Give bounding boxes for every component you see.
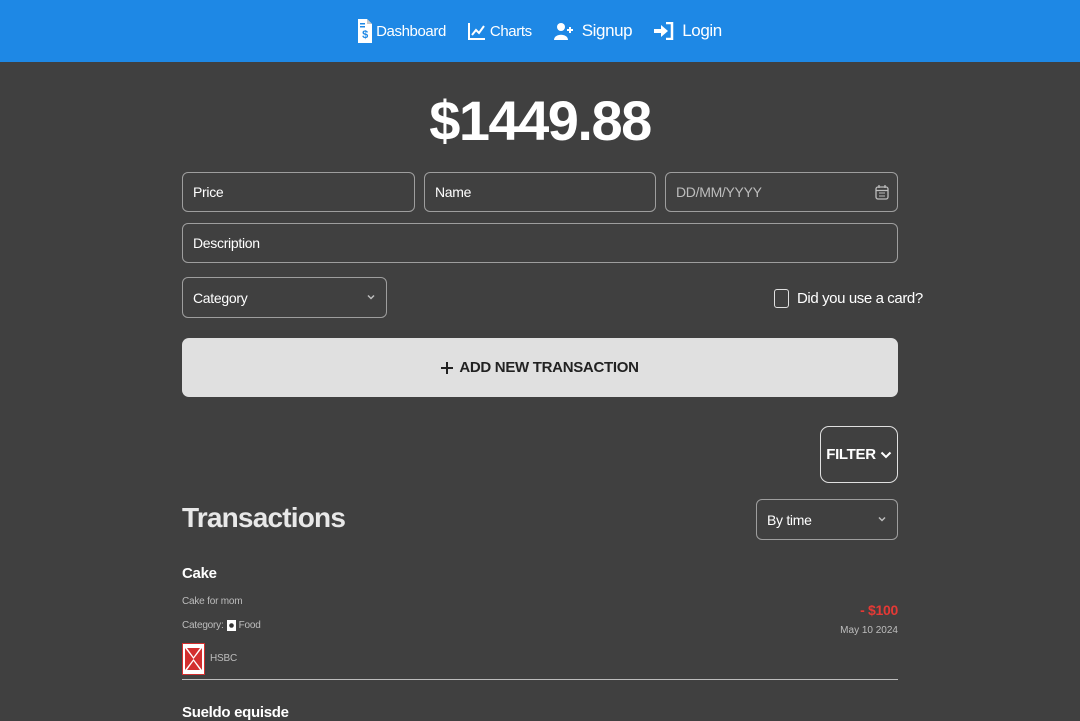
nav-signup-label: Signup [581,21,633,40]
date-input[interactable] [665,172,898,212]
add-transaction-label: ADD NEW TRANSACTION [459,359,639,376]
nav-login-label: Login [682,21,722,40]
add-transaction-button[interactable]: ADD NEW TRANSACTION [182,338,898,397]
line-chart-icon [467,23,485,40]
transaction-description: Cake for mom [182,596,243,607]
category-select[interactable]: Category [182,277,387,318]
food-icon [226,620,236,631]
transactions-heading: Transactions [182,502,346,533]
chevron-down-icon [880,451,892,458]
plus-icon [441,361,454,374]
nav-login[interactable]: Login [654,21,722,41]
sign-in-icon [654,22,674,40]
nav-charts-label: Charts [489,22,532,40]
chevron-down-icon [878,516,886,522]
hsbc-logo [182,643,205,675]
card-used-checkbox[interactable]: Did you use a card? [774,289,923,308]
sort-select[interactable]: By time [756,499,898,540]
description-input[interactable] [182,223,898,263]
calendar-icon[interactable] [875,184,889,200]
nav-signup[interactable]: Signup [553,21,633,41]
category-prefix: Category: [182,620,224,631]
category-name: Food [238,620,261,631]
transaction-category: Category: Food [182,620,261,631]
nav-charts[interactable]: Charts [467,22,532,40]
transaction-amount: - $100 [860,602,898,618]
price-input[interactable] [182,172,415,212]
card-used-label: Did you use a card? [797,290,923,307]
transaction-bank: HSBC [210,653,237,664]
checkbox-box[interactable] [774,289,789,308]
transaction-date: May 10 2024 [840,625,898,636]
name-input[interactable] [424,172,656,212]
sort-select-value: By time [767,511,812,528]
svg-text:$: $ [362,29,368,41]
filter-label: FILTER [826,446,876,463]
transaction-name: Sueldo equisde [182,704,289,721]
top-navbar: $ Dashboard Charts Signup Login [0,0,1080,62]
transaction-name: Cake [182,565,217,582]
invoice-dollar-icon: $ [358,19,373,43]
filter-button[interactable]: FILTER [820,426,898,483]
user-plus-icon [553,23,573,40]
transaction-divider [182,679,898,680]
chevron-down-icon [367,294,375,300]
balance-total: $1449.88 [429,89,652,152]
nav-dashboard-label: Dashboard [376,22,446,40]
category-select-label: Category [193,289,248,306]
nav-dashboard[interactable]: $ Dashboard [358,19,446,43]
